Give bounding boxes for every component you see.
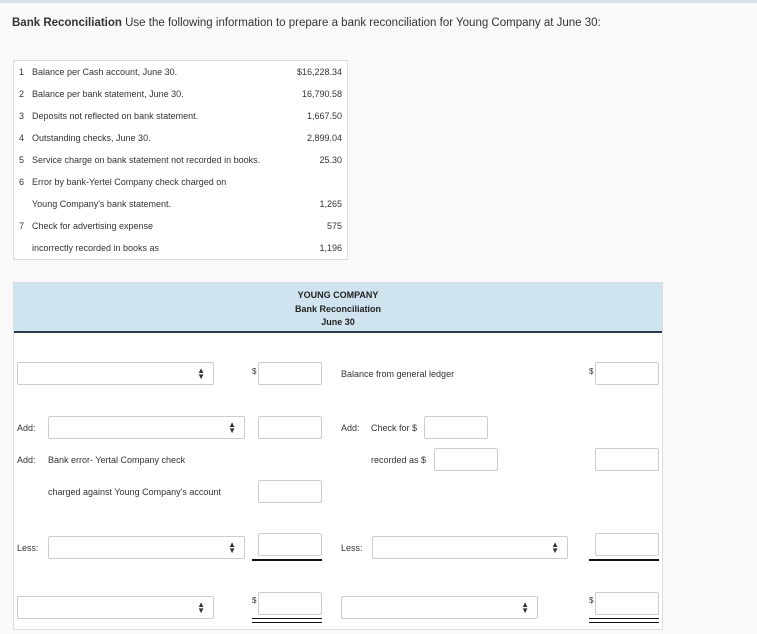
check-error-amount-input[interactable] (595, 448, 659, 471)
bank-error-label-2: charged against Young Company's account (48, 487, 221, 497)
double-underline (252, 618, 322, 623)
item-description: Young Company's bank statement. (32, 199, 171, 209)
bank-balance-input[interactable] (258, 362, 322, 385)
item-amount: 16,790.58 (301, 89, 342, 99)
item-description: incorrectly recorded in books as (32, 243, 160, 253)
chevron-updown-icon: ▲ ▼ (228, 420, 236, 435)
item-description: Outstanding checks, June 30. (32, 133, 151, 143)
book-balance-input[interactable] (595, 362, 659, 385)
less-label: Less: (341, 543, 363, 553)
info-row: 2 Balance per bank statement, June 30. 16,… (14, 87, 347, 101)
book-total-select[interactable]: ▲ ▼ (341, 596, 538, 619)
item-number: 2 (19, 89, 25, 99)
info-table: 1 Balance per Cash account, June 30. $16,2… (13, 60, 348, 260)
item-amount: 1,265 (319, 199, 342, 209)
info-row: Young Company's bank statement. 1,265 (14, 197, 347, 211)
item-description: Service charge on bank statement not rec… (32, 155, 261, 165)
info-row: 6 Error by bank-Yertel Company check char… (14, 175, 347, 189)
check-for-label: Check for $ (371, 423, 418, 433)
chevron-updown-icon: ▲ ▼ (521, 600, 529, 615)
single-underline (252, 559, 322, 561)
info-row: 4 Outstanding checks, June 30. 2,899.04 (14, 131, 347, 145)
double-underline (589, 618, 659, 623)
dollar-sign: $ (252, 367, 257, 376)
bank-add-input[interactable] (258, 416, 322, 439)
statement-title: Bank Reconciliation (294, 303, 382, 314)
bank-add-select[interactable]: ▲ ▼ (48, 416, 245, 439)
reconciliation-header: YOUNG COMPANY Bank Reconciliation June 3… (14, 283, 662, 333)
item-amount: 1,196 (319, 243, 342, 253)
less-label: Less: (17, 543, 39, 553)
dollar-sign: $ (252, 596, 257, 605)
item-description: Balance per bank statement, June 30. (32, 89, 184, 99)
item-number: 5 (19, 155, 25, 165)
item-amount: 25.30 (319, 155, 342, 165)
item-description: Deposits not reflected on bank statement… (32, 111, 199, 121)
item-number: 7 (19, 221, 25, 231)
info-row: 5 Service charge on bank statement not re… (14, 153, 347, 167)
add-label: Add: (341, 423, 360, 433)
info-row: 3 Deposits not reflected on bank statemen… (14, 109, 347, 123)
item-number: 4 (19, 133, 25, 143)
balance-gl-label: Balance from general ledger (341, 369, 455, 379)
item-number: 1 (19, 67, 25, 77)
item-description: Error by bank-Yertel Company check charg… (32, 177, 227, 187)
add-label: Add: (17, 423, 36, 433)
bank-total-input[interactable] (258, 592, 322, 615)
item-number: 6 (19, 177, 25, 187)
chevron-updown-icon: ▲ ▼ (197, 600, 205, 615)
recorded-as-label: recorded as $ (371, 455, 427, 465)
item-amount: $16,228.34 (296, 67, 342, 77)
bank-balance-select[interactable]: ▲ ▼ (17, 362, 214, 385)
bank-less-select[interactable]: ▲ ▼ (48, 536, 245, 559)
book-less-select[interactable]: ▲ ▼ (372, 536, 568, 559)
dollar-sign: $ (589, 367, 594, 376)
book-total-input[interactable] (595, 592, 659, 615)
company-name: YOUNG COMPANY (297, 290, 379, 300)
bank-error-label: Bank error- Yertal Company check (48, 455, 186, 465)
chevron-updown-icon: ▲ ▼ (197, 366, 205, 381)
item-number: 3 (19, 111, 25, 121)
bank-less-input[interactable] (258, 533, 322, 556)
book-less-input[interactable] (595, 533, 659, 556)
item-amount: 2,899.04 (306, 133, 342, 143)
item-description: Check for advertising expense (32, 221, 154, 231)
chevron-updown-icon: ▲ ▼ (551, 540, 559, 555)
statement-date: June 30 (321, 317, 355, 327)
dollar-sign: $ (589, 596, 594, 605)
info-row: 1 Balance per Cash account, June 30. $16,2… (14, 65, 347, 79)
bank-error-input[interactable] (258, 480, 322, 503)
item-description: Balance per Cash account, June 30. (32, 67, 178, 77)
single-underline (589, 559, 659, 561)
check-for-input[interactable] (424, 416, 488, 439)
info-row: 7 Check for advertising expense 575 (14, 219, 347, 233)
recorded-as-input[interactable] (434, 448, 498, 471)
chevron-updown-icon: ▲ ▼ (228, 540, 236, 555)
item-amount: 1,667.50 (306, 111, 342, 121)
add-label: Add: (17, 455, 36, 465)
page-title: Bank Reconciliation Use the following in… (12, 17, 601, 29)
item-amount: 575 (326, 221, 342, 231)
info-row: incorrectly recorded in books as 1,196 (14, 241, 347, 255)
bank-total-select[interactable]: ▲ ▼ (17, 596, 214, 619)
